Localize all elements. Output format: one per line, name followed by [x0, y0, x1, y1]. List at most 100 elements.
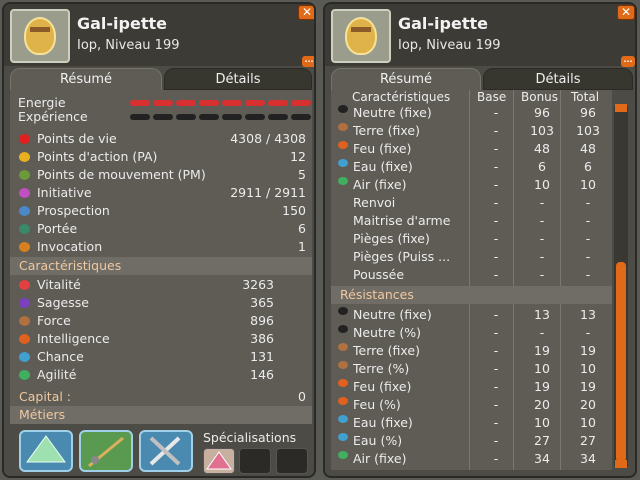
capital-value: 0 [298, 389, 306, 404]
class-emblem-icon [345, 17, 377, 55]
character-name: Gal-ipette [77, 14, 167, 33]
scrollbar-thumb[interactable] [616, 262, 626, 462]
water-icon [338, 159, 348, 167]
tab-details[interactable]: Détails [483, 68, 633, 90]
header-carac: Caractéristiques [352, 90, 451, 104]
character-name: Gal-ipette [398, 14, 488, 33]
table-row: Feu (%) - 20 20 [331, 396, 612, 414]
scroll-down-icon[interactable] [615, 460, 627, 468]
range-icon [19, 224, 30, 234]
earth-icon [338, 361, 348, 369]
panel-header: Gal-ipette Iop, Niveau 199 ✕ ... [4, 4, 314, 67]
carac-row: Intelligence 386 [10, 330, 312, 348]
carac-row: Vitalité 3263 [10, 276, 312, 294]
table-row: Renvoi - - - [353, 195, 591, 210]
specializations-label: Spécialisations [203, 430, 297, 445]
specialization-slot-2[interactable] [239, 448, 271, 474]
carac-row: Force 896 [10, 312, 312, 330]
close-button[interactable]: ✕ [298, 5, 314, 20]
section-metiers: Métiers [10, 406, 312, 424]
fire-icon [338, 141, 348, 149]
tools-icon [149, 436, 181, 466]
job-slot-1[interactable] [19, 430, 73, 472]
initiative-icon [19, 188, 30, 198]
scroll-up-icon[interactable] [615, 104, 627, 112]
table-row: Eau (%) - 27 27 [331, 432, 612, 450]
air-icon [338, 451, 348, 459]
tabs: Résumé Détails [10, 68, 312, 90]
crystal-icon [26, 435, 66, 463]
table-row: Pièges (Puiss ... - - - [353, 249, 591, 264]
table-row: Terre (fixe) - 103 103 [331, 122, 612, 140]
earth-icon [338, 123, 348, 131]
character-summary-panel: Gal-ipette Iop, Niveau 199 ✕ ... Résumé … [2, 2, 316, 478]
stat-row: Invocation 1 [10, 238, 312, 256]
close-button[interactable]: ✕ [617, 5, 635, 20]
options-menu-button[interactable]: ... [621, 56, 635, 67]
neutral-icon [338, 105, 348, 113]
stat-row: Points de vie 4308 / 4308 [10, 130, 312, 148]
table-row: Poussée - - - [353, 267, 591, 282]
table-header: Caractéristiques Base Bonus Total [331, 90, 612, 104]
table-row: Feu (fixe) - 19 19 [331, 378, 612, 396]
scrollbar[interactable] [614, 104, 628, 468]
character-class-level: Iop, Niveau 199 [77, 38, 180, 53]
tab-resume[interactable]: Résumé [331, 68, 481, 90]
table-row: Pièges (fixe) - - - [353, 231, 591, 246]
water-icon [338, 433, 348, 441]
fire-icon [338, 397, 348, 405]
xp-row: Expérience [10, 108, 312, 126]
earth-icon [338, 343, 348, 351]
specialization-slot-3[interactable] [276, 448, 308, 474]
summon-icon [19, 242, 30, 252]
character-class-level: Iop, Niveau 199 [398, 38, 501, 53]
avatar [331, 9, 391, 63]
table-row: Neutre (fixe) - 13 13 [331, 306, 612, 324]
capital-label: Capital : [19, 389, 72, 404]
tabs: Résumé Détails [331, 68, 633, 90]
stat-row: Points de mouvement (PM) 5 [10, 166, 312, 184]
boot-icon [19, 170, 30, 180]
table-row: Neutre (fixe) - 96 96 [331, 104, 612, 122]
summary-content: Energie Expérience Points de vie 4308 / … [10, 90, 312, 424]
jobs-area: Spécialisations [10, 424, 312, 476]
intelligence-icon [19, 334, 30, 344]
chance-icon [19, 352, 30, 362]
energy-bar [130, 100, 312, 106]
fire-icon [338, 379, 348, 387]
header-bonus: Bonus [521, 90, 559, 104]
section-caracteristiques: Caractéristiques [10, 257, 312, 275]
options-menu-button[interactable]: ... [302, 56, 314, 67]
table-row: Feu (fixe) - 48 48 [331, 140, 612, 158]
section-resistances: Résistances [331, 286, 612, 304]
stat-row: Portée 6 [10, 220, 312, 238]
table-row: Neutre (%) - - - [331, 324, 612, 342]
avatar [10, 9, 70, 63]
emblem-bar [30, 27, 50, 32]
emblem-bar [351, 27, 371, 32]
fishing-rod-icon [88, 436, 124, 468]
job-slot-2[interactable] [79, 430, 133, 472]
tab-resume[interactable]: Résumé [10, 68, 162, 90]
carac-row: Chance 131 [10, 348, 312, 366]
prospection-icon [19, 206, 30, 216]
table-row: Terre (%) - 10 10 [331, 360, 612, 378]
character-details-panel: Gal-ipette Iop, Niveau 199 ✕ ... Résumé … [323, 2, 637, 478]
xp-label: Expérience [18, 109, 88, 124]
panel-header: Gal-ipette Iop, Niveau 199 ✕ ... [325, 4, 635, 67]
stat-row: Initiative 2911 / 2911 [10, 184, 312, 202]
strength-icon [19, 316, 30, 326]
tab-details[interactable]: Détails [164, 68, 312, 90]
specialization-slot-1[interactable] [203, 448, 235, 474]
heart-icon [19, 134, 30, 144]
xp-bar [130, 114, 312, 120]
job-slot-3[interactable] [139, 430, 193, 472]
table-row: Maitrise d'arme - - - [353, 213, 591, 228]
stat-row: Prospection 150 [10, 202, 312, 220]
neutral-icon [338, 325, 348, 333]
capital-row: Capital : 0 [10, 388, 312, 406]
crystal-icon [206, 451, 232, 470]
table-row: Air (fixe) - 34 34 [331, 450, 612, 468]
vitality-icon [19, 280, 30, 290]
water-icon [338, 415, 348, 423]
